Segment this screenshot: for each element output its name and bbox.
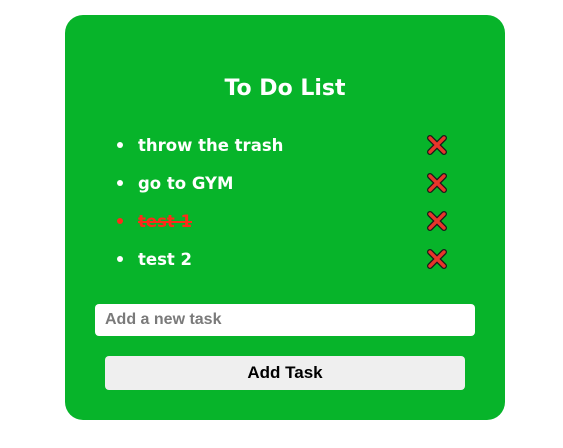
bullet-icon [117,180,123,186]
bullet-icon [117,218,123,224]
task-item[interactable]: test 1 [113,202,465,240]
close-x-icon [427,249,447,269]
close-x-icon [427,135,447,155]
task-text[interactable]: go to GYM [138,174,424,193]
bullet-icon [117,142,123,148]
close-x-icon [427,211,447,231]
task-text[interactable]: test 2 [138,250,424,269]
delete-task-button[interactable] [424,170,450,196]
page-title: To Do List [224,76,346,101]
delete-task-button[interactable] [424,246,450,272]
close-x-icon [427,173,447,193]
todo-card: To Do List throw the trash go to GYM tes… [65,15,505,420]
task-text[interactable]: test 1 [138,212,424,231]
bullet-icon [117,256,123,262]
delete-task-button[interactable] [424,208,450,234]
task-item[interactable]: go to GYM [113,164,465,202]
task-item[interactable]: throw the trash [113,126,465,164]
task-item[interactable]: test 2 [113,240,465,278]
task-text[interactable]: throw the trash [138,136,424,155]
add-task-button[interactable]: Add Task [105,356,465,390]
delete-task-button[interactable] [424,132,450,158]
new-task-input[interactable] [95,304,475,336]
